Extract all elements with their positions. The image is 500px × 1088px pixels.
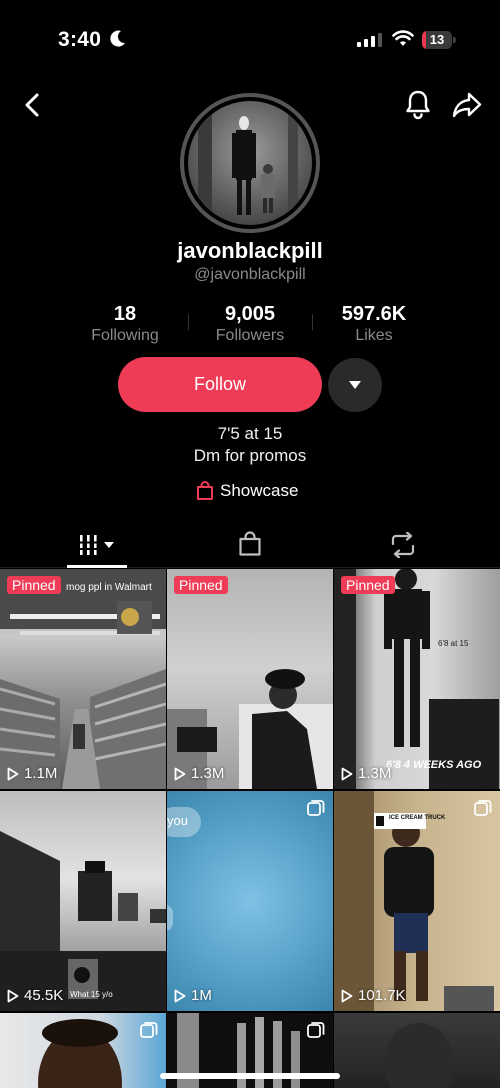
- play-icon: [174, 767, 186, 780]
- stat-following[interactable]: 18 Following: [62, 302, 188, 346]
- pinned-badge: Pinned: [174, 576, 228, 594]
- active-tab-indicator: [67, 565, 127, 568]
- video-caption: mog ppl in Walmart: [66, 582, 152, 593]
- view-count-label: 101.7K: [358, 987, 406, 1004]
- stat-label: Followers: [215, 327, 285, 344]
- view-count: 1M: [174, 987, 212, 1004]
- profile-stats: 18 Following 9,005 Followers 597.6K Like…: [60, 302, 440, 346]
- view-count: 45.5K: [7, 987, 63, 1004]
- view-count: 1.3M: [341, 765, 391, 782]
- view-count: 1.1M: [7, 765, 57, 782]
- profile-avatar[interactable]: [180, 93, 320, 233]
- shop-tab[interactable]: [167, 522, 333, 568]
- view-count: 1.3M: [174, 765, 224, 782]
- video-caption: What 15 y/o: [70, 990, 113, 999]
- video-thumbnail[interactable]: you 1M: [167, 791, 333, 1011]
- video-caption: you: [167, 813, 188, 828]
- stat-value: 18: [113, 303, 137, 325]
- status-bar: 3:40 13: [0, 0, 500, 80]
- pinned-badge: Pinned: [341, 576, 395, 594]
- bell-icon[interactable]: [403, 88, 433, 120]
- play-icon: [341, 767, 353, 780]
- play-icon: [7, 989, 19, 1002]
- photo-carousel-icon: [307, 800, 325, 816]
- videos-tab[interactable]: [0, 522, 166, 568]
- play-icon: [7, 767, 19, 780]
- stat-value: 9,005: [224, 303, 276, 325]
- moon-icon: [110, 30, 125, 47]
- pinned-badge: Pinned: [7, 576, 61, 594]
- avatar-image: [188, 101, 312, 225]
- share-arrow-icon[interactable]: [451, 90, 483, 120]
- video-thumbnail[interactable]: mog ppl in Walmart Pinned 1.1M: [0, 569, 166, 789]
- follow-button[interactable]: Follow: [118, 357, 322, 412]
- caret-down-icon: [349, 381, 361, 389]
- view-count-label: 1.3M: [191, 765, 225, 782]
- stat-label: Following: [91, 327, 159, 344]
- stat-followers[interactable]: 9,005 Followers: [187, 302, 313, 346]
- shopping-bag-icon: [239, 531, 261, 556]
- video-thumbnail[interactable]: [334, 1013, 500, 1088]
- view-count-label: 1.3M: [358, 765, 392, 782]
- back-chevron-icon[interactable]: [20, 90, 46, 120]
- profile-tabs: [0, 522, 500, 568]
- photo-carousel-icon: [307, 1022, 325, 1038]
- video-thumbnail[interactable]: [0, 1013, 166, 1088]
- profile-handle: @javonblackpill: [194, 266, 306, 283]
- photo-carousel-icon: [140, 1022, 158, 1038]
- video-thumbnail[interactable]: What 15 y/o 45.5K: [0, 791, 166, 1011]
- showcase-link[interactable]: Showcase: [196, 481, 298, 501]
- view-count-label: 1M: [191, 987, 212, 1004]
- video-thumbnail[interactable]: ICE CREAM TRUCK 101.7K: [334, 791, 500, 1011]
- photo-carousel-icon: [474, 800, 492, 816]
- battery-level: 13: [429, 32, 445, 47]
- stat-label: Likes: [355, 327, 393, 344]
- video-thumbnail[interactable]: Pinned 1.3M: [167, 569, 333, 789]
- status-time: 3:40: [58, 28, 102, 51]
- view-count: 101.7K: [341, 987, 406, 1004]
- video-caption: 6'8 4 WEEKS AGO: [386, 759, 482, 771]
- video-caption-secondary: 6'8 at 15: [438, 639, 469, 648]
- battery-indicator: 13: [422, 31, 456, 49]
- bio-line: 7'5 at 15: [217, 424, 283, 443]
- grid-icon: [79, 535, 114, 555]
- home-indicator[interactable]: [160, 1073, 340, 1079]
- video-thumbnail[interactable]: 6'8 at 15 6'8 4 WEEKS AGO Pinned 1.3M: [334, 569, 500, 789]
- view-count-label: 1.1M: [24, 765, 58, 782]
- video-caption: ICE CREAM TRUCK: [389, 815, 446, 821]
- bio-line: Dm for promos: [193, 446, 307, 465]
- suggested-accounts-button[interactable]: [328, 358, 382, 412]
- showcase-label: Showcase: [220, 481, 299, 500]
- play-icon: [341, 989, 353, 1002]
- stat-value: 597.6K: [341, 303, 407, 325]
- wifi-icon: [392, 30, 414, 46]
- play-icon: [174, 989, 186, 1002]
- stat-likes[interactable]: 597.6K Likes: [311, 302, 437, 346]
- profile-username: javonblackpill: [177, 238, 323, 263]
- view-count-label: 45.5K: [24, 987, 64, 1004]
- reposts-tab[interactable]: [334, 522, 500, 568]
- repost-icon: [391, 532, 415, 558]
- cellular-signal-icon: [357, 33, 382, 47]
- shopping-bag-icon: [197, 481, 213, 500]
